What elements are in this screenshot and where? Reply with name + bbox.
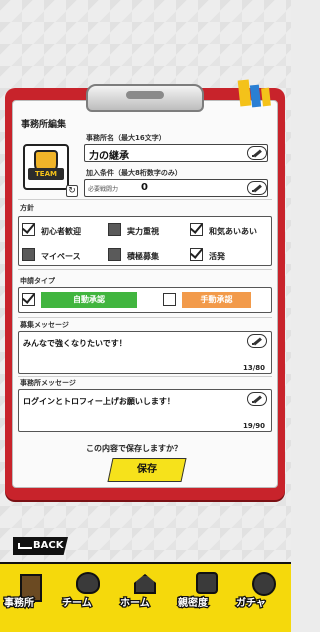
policy-label-skill: 実力重視 [127,227,159,236]
policy-checkbox-active[interactable] [190,248,203,261]
bottom-navigation: 事務所 チーム ホーム 親密度 ガチャ [0,562,291,632]
recruit-message-label: 募集メッセージ [20,321,69,329]
policy-checkbox-mypace[interactable] [22,248,35,261]
recruit-message-value: みんなで強くなりたいです！ [23,339,127,348]
office-message-label: 事務所メッセージ [20,379,76,387]
office-name-field[interactable]: 力の継承 [84,144,268,162]
edit-power-pencil-icon[interactable] [247,181,267,195]
divider [18,317,272,318]
auto-approve-checkbox[interactable] [22,293,35,306]
policy-checkbox-beginner[interactable] [22,223,35,236]
clipboard-clip [86,84,204,112]
nav-label-gacha: ガチャ [235,597,267,611]
edit-office-message-pencil-icon[interactable] [247,392,267,406]
policy-checkbox-skill[interactable] [108,223,121,236]
manual-approve-checkbox[interactable] [163,293,176,306]
nav-label-office: 事務所 [3,597,36,611]
required-power-value: 0 [141,182,148,193]
gacha-icon [252,572,276,596]
save-button[interactable]: 保存 [107,458,187,482]
nav-label-team: チーム [61,597,93,611]
office-message-value: ログインとトロフィー上げお願いします！ [23,397,175,406]
nav-item-gacha[interactable]: ガチャ [232,564,291,632]
office-message-counter: 19/90 [243,422,266,430]
emblem-ribbon: TEAM [28,168,64,180]
nav-item-team[interactable]: チーム [58,564,116,632]
intimacy-icon [196,572,218,594]
edit-name-pencil-icon[interactable] [247,146,267,160]
divider [18,199,272,200]
recruit-message-counter: 13/80 [243,364,266,372]
office-name-label: 事務所名（最大16文字） [86,134,166,142]
save-confirm-text: この内容で保存しますか？ [86,444,182,453]
nav-item-office[interactable]: 事務所 [0,564,58,632]
save-button-label: 保存 [137,464,157,475]
nav-item-intimacy[interactable]: 親密度 [174,564,232,632]
apply-type-label: 申請タイプ [20,277,55,285]
nav-label-intimacy: 親密度 [177,597,210,611]
required-power-label: 必要戦闘力 [88,186,119,193]
policy-label-recruit: 積極募集 [127,252,159,261]
office-emblem[interactable]: TEAM [23,144,69,190]
divider [18,269,272,270]
join-condition-label: 加入条件（最大8桁数字のみ） [86,169,182,177]
office-message-field[interactable]: ログインとトロフィー上げお願いします！ [18,389,272,432]
policy-label-active: 活発 [209,252,225,261]
policy-label: 方針 [20,204,34,212]
nav-item-home[interactable]: ホーム [116,564,174,632]
nav-label-home: ホーム [119,597,151,611]
back-arrow-icon [18,543,32,549]
home-icon [134,574,156,594]
back-label: BACK [33,540,64,551]
policy-label-mypace: マイペース [41,252,81,261]
policy-label-beginner: 初心者歓迎 [41,227,81,236]
refresh-emblem-icon[interactable]: ↻ [66,185,78,197]
auto-approve-button[interactable]: 自動承認 [41,292,137,308]
office-name-value: 力の継承 [89,151,129,162]
recruit-message-field[interactable]: みんなで強くなりたいです！ [18,331,272,374]
edit-recruit-message-pencil-icon[interactable] [247,334,267,348]
policy-label-friendly: 和気あいあい [209,227,257,236]
divider [18,376,272,377]
policy-checkbox-recruit[interactable] [108,248,121,261]
team-icon [76,572,100,594]
required-power-field[interactable]: 必要戦闘力 0 [84,179,268,197]
manual-approve-button[interactable]: 手動承認 [182,292,251,308]
policy-checkbox-friendly[interactable] [190,223,203,236]
form-title: 事務所編集 [21,120,67,130]
